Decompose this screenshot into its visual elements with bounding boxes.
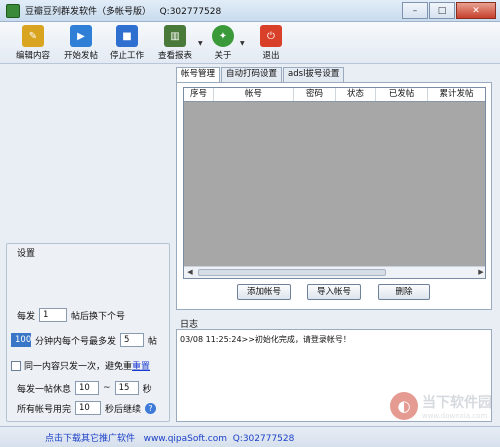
watermark: ◐ 当下软件园 www.downxia.com — [390, 392, 492, 420]
view-report-label: 查看报表 — [158, 51, 193, 61]
view-report-button[interactable]: ▥ 查看报表 — [158, 25, 192, 61]
status-bar: 点击下载其它推广软件 www.qipaSoft.com Q:302777528 — [0, 426, 500, 447]
watermark-sub-text: www.downxia.com — [422, 412, 488, 420]
rest-min-input[interactable]: 10 — [75, 381, 100, 395]
tab-auto-captcha[interactable]: 自动打码设置 — [221, 67, 283, 82]
about-button[interactable]: ✦ 关于 — [212, 25, 234, 61]
log-line: 03/08 11:25:24>>初始化完成，请登录帐号！ — [180, 335, 351, 344]
delete-button[interactable]: 删除 — [378, 284, 430, 300]
rest-separator: ~ — [103, 383, 111, 393]
exit-button[interactable]: ⏻ 退出 — [260, 25, 282, 61]
close-button[interactable]: ✕ — [456, 2, 496, 19]
rest-interval-row: 每发一帖休息 10 ~ 15 秒 — [17, 381, 152, 395]
max-posts-input[interactable]: 5 — [120, 333, 145, 347]
play-icon: ▶ — [70, 25, 92, 47]
tab-account-management[interactable]: 帐号管理 — [176, 67, 221, 83]
help-icon[interactable]: ? — [145, 402, 157, 414]
account-grid[interactable]: 序号 帐号 密码 状态 已发帖 累计发帖 ◀ ▶ — [183, 87, 486, 279]
no-repeat-row: 同一内容只发一次，避免重 重置 — [11, 359, 150, 372]
title-bar: 豆瓣豆列群发软件（多帐号版） Q:302777528 – □ ✕ — [0, 0, 500, 22]
grid-header: 序号 帐号 密码 状态 已发帖 累计发帖 — [184, 88, 485, 102]
posts-per-account-input[interactable]: 1 — [39, 308, 68, 322]
scroll-thumb[interactable] — [198, 269, 386, 276]
rest-max-input[interactable]: 15 — [114, 381, 139, 395]
max-posts-row: 100 分钟内每个号最多发 5 帖 — [11, 333, 157, 347]
horizontal-scrollbar[interactable]: ◀ ▶ — [184, 266, 485, 278]
maximize-button[interactable]: □ — [429, 2, 455, 19]
window-controls: – □ ✕ — [402, 2, 496, 19]
start-posting-button[interactable]: ▶ 开始发帖 — [64, 25, 98, 61]
settings-title: 设置 — [17, 249, 36, 259]
about-label: 关于 — [214, 51, 232, 61]
no-repeat-checkbox[interactable] — [11, 360, 21, 371]
max-posts-suffix: 帖 — [148, 336, 158, 347]
watermark-text: 当下软件园 www.downxia.com — [422, 392, 492, 420]
resume-delay-input[interactable]: 10 — [75, 401, 102, 415]
watermark-logo-icon: ◐ — [390, 392, 418, 420]
promo-link[interactable]: 点击下载其它推广软件 www.qipaSoft.com Q:302777528 — [45, 431, 294, 444]
minutes-input[interactable]: 100 — [11, 333, 31, 347]
left-panel: 设置 每发 1 帖后换下个号 100 分钟内每个号最多发 5 帖 同一内容只发一… — [6, 67, 170, 422]
column-header-status[interactable]: 状态 — [336, 88, 376, 101]
toolbar: ✎ 编辑内容 ▶ 开始发帖 ■ 停止工作 ▥ 查看报表 ▼ ✦ 关于 ▼ ⏻ 退… — [0, 22, 500, 64]
column-header-total-posted[interactable]: 累计发帖 — [428, 88, 485, 101]
column-header-index[interactable]: 序号 — [184, 88, 214, 101]
stop-work-button[interactable]: ■ 停止工作 — [110, 25, 144, 61]
max-posts-mid-label: 分钟内每个号最多发 — [35, 336, 117, 347]
column-header-posted[interactable]: 已发帖 — [376, 88, 428, 101]
minimize-button[interactable]: – — [402, 2, 428, 19]
resume-delay-suffix: 秒后继续 — [105, 404, 142, 415]
rest-interval-suffix: 秒 — [142, 384, 152, 395]
watermark-main-text: 当下软件园 — [422, 395, 492, 411]
report-dropdown-caret-icon[interactable]: ▼ — [198, 40, 203, 47]
report-icon: ▥ — [164, 25, 186, 47]
stop-icon: ■ — [116, 25, 138, 47]
posts-per-account-suffix: 帖后换下个号 — [71, 311, 126, 322]
rest-interval-prefix: 每发一帖休息 — [17, 384, 72, 395]
add-account-button[interactable]: 添加帐号 — [237, 284, 291, 300]
account-panel: 序号 帐号 密码 状态 已发帖 累计发帖 ◀ ▶ 添加帐号 导入帐号 删除 — [176, 82, 492, 310]
edit-content-label: 编辑内容 — [16, 51, 51, 61]
resume-delay-row: 所有帐号用完 10 秒后继续 ? — [17, 401, 157, 415]
import-account-button[interactable]: 导入帐号 — [307, 284, 361, 300]
column-header-account[interactable]: 帐号 — [214, 88, 294, 101]
scroll-left-icon[interactable]: ◀ — [184, 267, 196, 278]
reset-link[interactable]: 重置 — [132, 359, 150, 372]
column-header-password[interactable]: 密码 — [294, 88, 336, 101]
settings-group: 设置 每发 1 帖后换下个号 100 分钟内每个号最多发 5 帖 同一内容只发一… — [6, 243, 170, 422]
edit-icon: ✎ — [22, 25, 44, 47]
posts-per-account-row: 每发 1 帖后换下个号 — [17, 308, 125, 322]
about-icon: ✦ — [212, 25, 234, 47]
posts-per-account-prefix: 每发 — [17, 311, 36, 322]
scroll-right-icon[interactable]: ▶ — [475, 267, 485, 278]
app-icon — [6, 3, 20, 18]
tab-strip: 帐号管理 自动打码设置 adsl拔号设置 — [176, 67, 345, 83]
window-title: 豆瓣豆列群发软件（多帐号版） Q:302777528 — [25, 7, 222, 17]
about-dropdown-caret-icon[interactable]: ▼ — [240, 40, 245, 47]
resume-delay-prefix: 所有帐号用完 — [17, 404, 72, 415]
no-repeat-label: 同一内容只发一次，避免重 — [24, 362, 133, 372]
start-posting-label: 开始发帖 — [64, 51, 99, 61]
exit-icon: ⏻ — [260, 25, 282, 47]
tab-adsl-dialing[interactable]: adsl拔号设置 — [283, 67, 345, 82]
edit-content-button[interactable]: ✎ 编辑内容 — [16, 25, 50, 61]
exit-label: 退出 — [262, 51, 280, 61]
stop-work-label: 停止工作 — [110, 51, 145, 61]
